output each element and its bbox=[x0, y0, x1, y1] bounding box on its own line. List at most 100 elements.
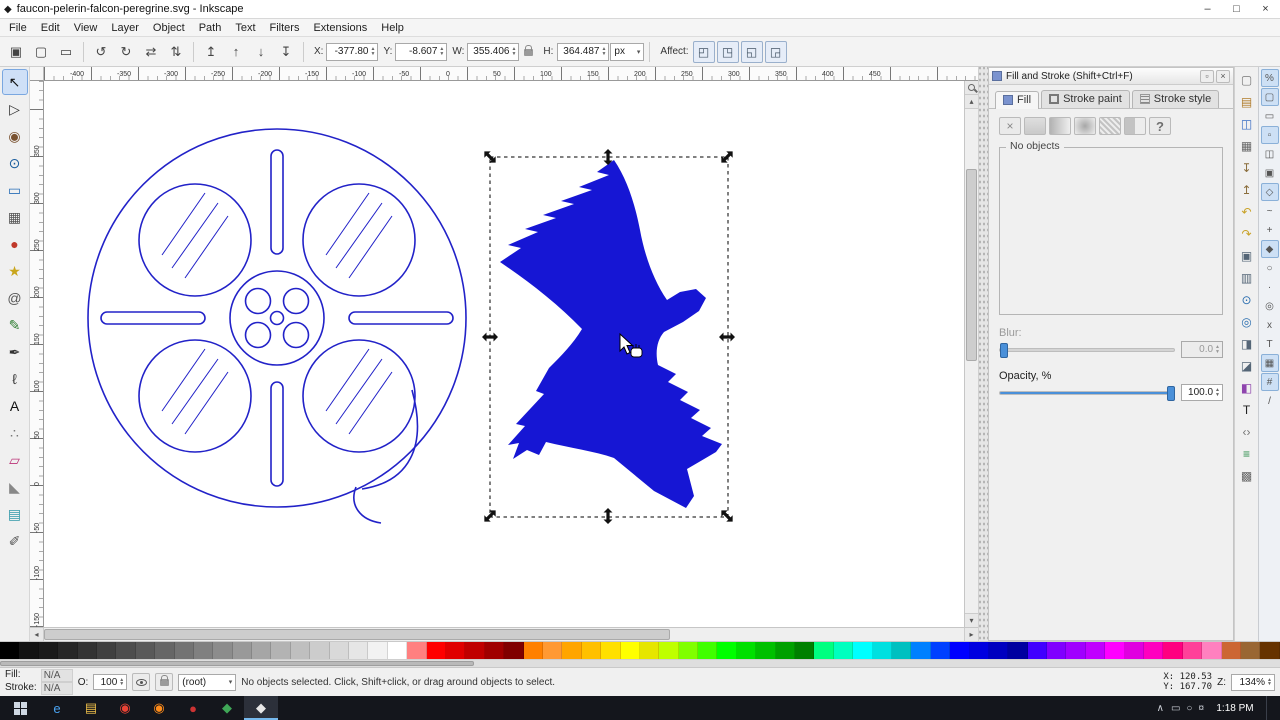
tool-button[interactable]: A bbox=[2, 393, 28, 419]
paint-type-button[interactable] bbox=[1049, 117, 1071, 135]
command-button[interactable]: ↧ bbox=[1237, 158, 1257, 178]
palette-swatch[interactable] bbox=[310, 642, 330, 659]
blur-slider-thumb[interactable] bbox=[1000, 342, 1008, 358]
menu-item[interactable]: Extensions bbox=[306, 21, 374, 35]
scroll-left-arrow[interactable]: ◂ bbox=[30, 628, 44, 641]
palette-scroll-thumb[interactable] bbox=[0, 661, 474, 666]
palette-swatch[interactable] bbox=[38, 642, 59, 659]
palette-swatch[interactable] bbox=[872, 642, 892, 659]
palette-swatch[interactable] bbox=[795, 642, 815, 659]
tool-button[interactable]: ▭ bbox=[2, 177, 28, 203]
palette-swatch[interactable] bbox=[271, 642, 291, 659]
taskbar-app-icon[interactable]: e bbox=[40, 696, 74, 720]
menu-item[interactable]: Filters bbox=[263, 21, 307, 35]
panel-dock-button[interactable]: ▫ bbox=[1200, 69, 1214, 83]
snap-toggle-button[interactable]: / bbox=[1261, 392, 1279, 410]
palette-swatch[interactable] bbox=[135, 642, 156, 659]
palette-swatch[interactable] bbox=[1027, 642, 1048, 659]
falcon-silhouette-object[interactable] bbox=[500, 160, 722, 508]
palette-swatch[interactable] bbox=[1066, 642, 1086, 659]
layer-visibility-button[interactable] bbox=[132, 673, 151, 691]
canvas[interactable] bbox=[44, 81, 964, 627]
palette-swatch[interactable] bbox=[581, 642, 602, 659]
command-button[interactable]: ◪ bbox=[1237, 356, 1257, 376]
snap-toggle-button[interactable]: ~ bbox=[1261, 202, 1279, 220]
palette-swatch[interactable] bbox=[58, 642, 78, 659]
palette-swatch[interactable] bbox=[891, 642, 912, 659]
snap-toggle-button[interactable]: ◇ bbox=[1260, 183, 1279, 201]
blur-slider[interactable] bbox=[999, 342, 1175, 358]
paint-type-button[interactable] bbox=[1099, 117, 1121, 135]
spinner-arrows-icon[interactable]: ▲ ▼ bbox=[371, 47, 376, 56]
lock-ratio-icon[interactable] bbox=[524, 45, 534, 56]
palette-swatch[interactable] bbox=[930, 642, 951, 659]
tool-button[interactable]: ● bbox=[2, 231, 28, 257]
tool-button[interactable]: ★ bbox=[2, 258, 28, 284]
taskbar-clock[interactable]: 1:18 PM bbox=[1211, 703, 1259, 714]
coordinate-field[interactable]: -8.607 ▲ ▼ bbox=[395, 42, 448, 61]
snap-toggle-button[interactable]: ◫ bbox=[1261, 145, 1279, 163]
snap-toggle-button[interactable]: x bbox=[1261, 316, 1279, 334]
palette-swatch[interactable] bbox=[717, 642, 737, 659]
coordinate-field[interactable]: -377.80 ▲ ▼ bbox=[326, 42, 379, 61]
paint-type-button[interactable] bbox=[1024, 117, 1046, 135]
opacity-slider-thumb[interactable] bbox=[1167, 385, 1176, 401]
palette-swatch[interactable] bbox=[96, 642, 117, 659]
snap-toggle-button[interactable]: + bbox=[1261, 221, 1279, 239]
spinner-arrows-icon[interactable]: ▲ ▼ bbox=[1215, 345, 1220, 354]
palette-swatch[interactable] bbox=[988, 642, 1009, 659]
palette-swatch[interactable] bbox=[484, 642, 505, 659]
palette-swatch[interactable] bbox=[19, 642, 39, 659]
panel-tab[interactable]: Fill bbox=[995, 91, 1040, 109]
palette-swatch[interactable] bbox=[445, 642, 466, 659]
horizontal-ruler[interactable]: -400 -350 -300 -250 -200 -150 -100 -50 0 50 100 150… bbox=[44, 67, 978, 81]
menu-item[interactable]: Help bbox=[374, 21, 411, 35]
snap-toggle-button[interactable]: · bbox=[1261, 278, 1279, 296]
palette-swatch[interactable] bbox=[1163, 642, 1183, 659]
toolbar-transform-icon[interactable]: ↻ bbox=[114, 40, 138, 64]
command-button[interactable]: ◧ bbox=[1237, 378, 1257, 398]
menu-item[interactable]: File bbox=[2, 21, 34, 35]
snap-toggle-button[interactable]: ▫ bbox=[1260, 126, 1279, 144]
palette-swatch[interactable] bbox=[1124, 642, 1145, 659]
layer-lock-button[interactable] bbox=[155, 673, 174, 691]
palette-swatch[interactable] bbox=[349, 642, 369, 659]
command-button[interactable]: ≡ bbox=[1237, 444, 1257, 464]
affect-toggle[interactable]: ◰ bbox=[692, 40, 715, 63]
palette-swatch[interactable] bbox=[1182, 642, 1203, 659]
tool-button[interactable]: @ bbox=[2, 285, 28, 311]
opacity-value-field[interactable]: 100.0 ▲ ▼ bbox=[1181, 384, 1223, 401]
affect-toggle[interactable]: ◲ bbox=[764, 40, 787, 63]
tool-button[interactable]: ✒ bbox=[2, 339, 28, 365]
palette-swatch[interactable] bbox=[387, 642, 408, 659]
command-button[interactable]: ‹› bbox=[1237, 422, 1257, 442]
affect-toggle[interactable]: ◱ bbox=[740, 40, 763, 63]
taskbar-app-icon[interactable]: ◉ bbox=[142, 696, 176, 720]
palette-swatch[interactable] bbox=[814, 642, 834, 659]
menu-item[interactable]: View bbox=[67, 21, 105, 35]
palette-swatch[interactable] bbox=[969, 642, 989, 659]
palette-swatch[interactable] bbox=[775, 642, 796, 659]
minimize-button[interactable]: – bbox=[1193, 0, 1222, 18]
palette-swatch[interactable] bbox=[950, 642, 970, 659]
paint-type-button[interactable]: ? bbox=[1149, 117, 1171, 135]
palette-scrollbar[interactable] bbox=[0, 659, 1280, 667]
command-button[interactable]: ↥ bbox=[1237, 180, 1257, 200]
tool-button[interactable]: ∴ bbox=[2, 420, 28, 446]
scroll-up-arrow[interactable]: ▴ bbox=[965, 95, 978, 109]
command-button[interactable]: ▥ bbox=[1237, 268, 1257, 288]
close-button[interactable]: × bbox=[1251, 0, 1280, 18]
toolbar-zorder-icon[interactable]: ↧ bbox=[274, 40, 298, 64]
palette-swatch[interactable] bbox=[1144, 642, 1164, 659]
tool-button[interactable]: ▤ bbox=[2, 501, 28, 527]
palette-swatch[interactable] bbox=[213, 642, 233, 659]
object-opacity-field[interactable]: 100 ▲ ▼ bbox=[93, 674, 128, 690]
vertical-scrollbar[interactable]: ▴ ▾ bbox=[964, 81, 978, 627]
layer-dropdown[interactable]: (root) ▾ bbox=[178, 673, 237, 691]
unit-dropdown[interactable]: px ▾ bbox=[610, 42, 645, 61]
tool-button[interactable]: ◉ bbox=[2, 123, 28, 149]
zoom-field[interactable]: 134% ▲ ▼ bbox=[1231, 673, 1275, 691]
toolbar-zorder-icon[interactable]: ↑ bbox=[224, 40, 248, 64]
taskbar-app-icon[interactable]: ● bbox=[176, 696, 210, 720]
snap-toggle-button[interactable]: ▦ bbox=[1260, 354, 1279, 372]
